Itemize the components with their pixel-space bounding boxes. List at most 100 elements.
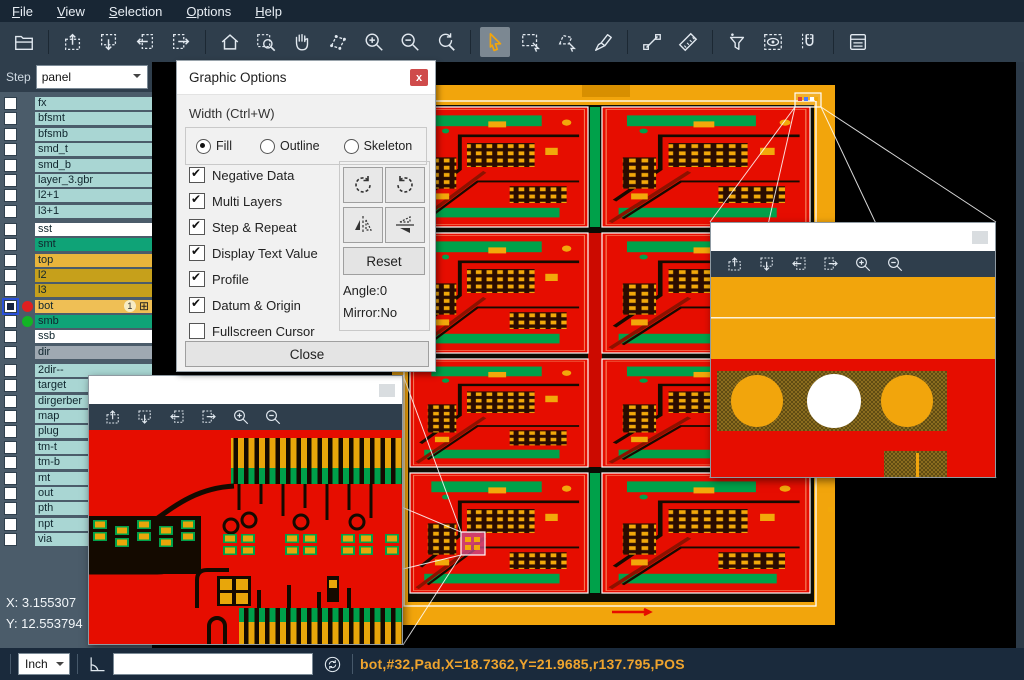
menu-file[interactable]: File xyxy=(0,2,45,21)
layer-visibility-checkbox[interactable] xyxy=(4,330,17,343)
layer-row[interactable]: bfsmt xyxy=(0,112,152,125)
magnifier-view[interactable] xyxy=(89,430,402,644)
layer-name[interactable]: sst xyxy=(35,223,152,236)
layer-name[interactable]: smd_b xyxy=(35,159,152,172)
layer-visibility-checkbox[interactable] xyxy=(4,112,17,125)
pan-up-icon[interactable] xyxy=(723,253,747,275)
layer-visibility-checkbox[interactable] xyxy=(4,284,17,297)
magnifier-window-top[interactable] xyxy=(710,222,996,478)
layer-visibility-checkbox[interactable] xyxy=(4,379,17,392)
pan-hand-icon[interactable] xyxy=(287,27,317,57)
zoom-out-icon[interactable] xyxy=(261,406,285,428)
close-icon[interactable]: x xyxy=(410,69,428,86)
layer-visibility-checkbox[interactable] xyxy=(4,128,17,141)
layer-visibility-checkbox[interactable] xyxy=(4,238,17,251)
layer-name[interactable]: l3 xyxy=(35,284,152,297)
layer-active-indicator[interactable] xyxy=(22,301,33,312)
zoom-out-icon[interactable] xyxy=(883,253,907,275)
pan-down-icon[interactable] xyxy=(755,253,779,275)
layer-name[interactable]: l2+1 xyxy=(35,189,152,202)
zoom-previous-icon[interactable] xyxy=(431,27,461,57)
layer-visibility-checkbox[interactable] xyxy=(4,425,17,438)
layer-row[interactable]: dir xyxy=(0,346,152,359)
pan-left-icon[interactable] xyxy=(130,27,160,57)
pan-left-icon[interactable] xyxy=(165,406,189,428)
layer-row[interactable]: l2 xyxy=(0,269,152,282)
pan-down-icon[interactable] xyxy=(133,406,157,428)
checkbox-display-text-value[interactable]: Display Text Value xyxy=(189,245,318,261)
layer-row[interactable]: smt xyxy=(0,238,152,251)
layer-name[interactable]: smd_t xyxy=(35,143,152,156)
window-button-icon[interactable] xyxy=(379,384,395,397)
layer-row[interactable]: fx xyxy=(0,97,152,110)
layer-row[interactable]: ssb xyxy=(0,330,152,343)
layer-visibility-checkbox[interactable] xyxy=(4,441,17,454)
layer-name[interactable]: bfsmt xyxy=(35,112,152,125)
pan-up-icon[interactable] xyxy=(58,27,88,57)
layer-row[interactable]: smd_t xyxy=(0,143,152,156)
layer-visibility-checkbox[interactable] xyxy=(4,300,17,313)
layer-visibility-checkbox[interactable] xyxy=(4,254,17,267)
menu-selection[interactable]: Selection xyxy=(97,2,174,21)
measure-distance-icon[interactable] xyxy=(637,27,667,57)
layers-table-icon[interactable] xyxy=(843,27,873,57)
pan-up-icon[interactable] xyxy=(101,406,125,428)
zoom-in-icon[interactable] xyxy=(851,253,875,275)
rotate-ccw-icon[interactable] xyxy=(385,167,425,203)
close-button[interactable]: Close xyxy=(185,341,429,367)
zoom-in-icon[interactable] xyxy=(229,406,253,428)
layer-visibility-checkbox[interactable] xyxy=(4,315,17,328)
layer-name[interactable]: bfsmb xyxy=(35,128,152,141)
layer-name[interactable]: ssb xyxy=(35,330,152,343)
layer-visibility-checkbox[interactable] xyxy=(4,364,17,377)
select-polygon-icon[interactable] xyxy=(552,27,582,57)
layer-name[interactable]: top xyxy=(35,254,152,267)
menu-options[interactable]: Options xyxy=(174,2,243,21)
pan-right-icon[interactable] xyxy=(166,27,196,57)
magnifier-view[interactable] xyxy=(711,277,995,477)
magnifier-window-bottom[interactable] xyxy=(88,375,403,645)
radio-outline[interactable]: Outline xyxy=(260,139,320,154)
select-rectangle-icon[interactable] xyxy=(516,27,546,57)
command-input[interactable] xyxy=(113,653,313,675)
layer-row-smb[interactable]: smb xyxy=(0,315,152,328)
layer-row[interactable]: sst xyxy=(0,223,152,236)
layer-name[interactable]: l3+1 xyxy=(35,205,152,218)
ruler-icon[interactable] xyxy=(673,27,703,57)
layer-visibility-checkbox[interactable] xyxy=(4,174,17,187)
layer-visibility-checkbox[interactable] xyxy=(4,395,17,408)
layer-visibility-checkbox[interactable] xyxy=(4,533,17,546)
layer-visibility-checkbox[interactable] xyxy=(4,487,17,500)
select-cursor-icon[interactable] xyxy=(480,27,510,57)
layer-visibility-checkbox[interactable] xyxy=(4,502,17,515)
pan-right-icon[interactable] xyxy=(197,406,221,428)
layer-visibility-checkbox[interactable] xyxy=(4,143,17,156)
layer-name[interactable]: dir xyxy=(35,346,152,359)
layer-name[interactable]: fx xyxy=(35,97,152,110)
layer-row[interactable]: layer_3.gbr xyxy=(0,174,152,187)
layer-name[interactable]: smt xyxy=(35,238,152,251)
window-button-icon[interactable] xyxy=(972,231,988,244)
open-file-icon[interactable] xyxy=(9,27,39,57)
sync-icon[interactable] xyxy=(319,652,345,676)
layer-name[interactable]: bot 1 ⊞ xyxy=(35,300,152,313)
reset-button[interactable]: Reset xyxy=(343,247,425,275)
zoom-window-icon[interactable] xyxy=(251,27,281,57)
checkbox-step-repeat[interactable]: Step & Repeat xyxy=(189,219,297,235)
layer-visibility-checkbox[interactable] xyxy=(4,223,17,236)
layer-row[interactable]: l2+1 xyxy=(0,189,152,202)
layer-row[interactable]: top xyxy=(0,254,152,267)
snap-magnet-icon[interactable] xyxy=(794,27,824,57)
angle-measure-icon[interactable] xyxy=(85,652,109,676)
menu-help[interactable]: Help xyxy=(243,2,294,21)
checkbox-fullscreen-cursor[interactable]: Fullscreen Cursor xyxy=(189,323,315,339)
layer-visibility-checkbox[interactable] xyxy=(4,518,17,531)
layer-row[interactable]: smd_b xyxy=(0,159,152,172)
layer-visibility-checkbox[interactable] xyxy=(4,205,17,218)
layer-row[interactable]: l3 xyxy=(0,284,152,297)
layer-visibility-checkbox[interactable] xyxy=(4,472,17,485)
layer-name[interactable]: l2 xyxy=(35,269,152,282)
layer-visibility-checkbox[interactable] xyxy=(4,456,17,469)
radio-fill[interactable]: Fill xyxy=(196,139,232,154)
layer-visibility-checkbox[interactable] xyxy=(4,346,17,359)
